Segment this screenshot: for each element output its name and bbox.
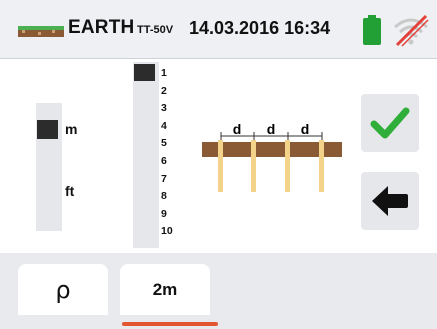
distance-option[interactable]: 8	[161, 188, 173, 206]
tab-label: 2m	[152, 279, 178, 299]
distance-option[interactable]: 1	[161, 65, 173, 83]
screen-title: EARTH	[68, 17, 135, 38]
spacing-label-d: d	[301, 122, 310, 137]
distance-selector-track[interactable]	[133, 62, 159, 248]
spacing-label-d: d	[267, 122, 276, 137]
spacing-label-d: d	[233, 122, 242, 137]
distance-option[interactable]: 9	[161, 206, 173, 224]
distance-option[interactable]: 2	[161, 83, 173, 101]
electrode-spacing-diagram: d d d	[202, 122, 342, 192]
distance-option[interactable]: 10	[161, 223, 173, 241]
distance-option[interactable]: 7	[161, 171, 173, 189]
tab-2m[interactable]: 2m	[120, 264, 210, 315]
datetime-label: 14.03.2016 16:34	[189, 18, 331, 38]
checkmark-icon	[370, 107, 410, 139]
unit-option-ft[interactable]: ft	[65, 183, 74, 199]
distance-selector-handle[interactable]	[134, 64, 155, 81]
unit-option-m[interactable]: m	[65, 121, 77, 137]
tab-resistivity[interactable]: ρ	[18, 264, 108, 315]
back-button[interactable]	[361, 172, 419, 230]
main-panel: m ft 1 2 3 4 5 6 7 8 9 10 d d d	[0, 59, 437, 252]
tab-label: ρ	[55, 275, 71, 304]
distance-options-list: 1 2 3 4 5 6 7 8 9 10	[161, 65, 173, 241]
distance-option[interactable]: 5	[161, 135, 173, 153]
screen-subtitle: TT-50V	[137, 24, 174, 36]
tab-bar: ρ 2m	[0, 253, 437, 329]
distance-option[interactable]: 3	[161, 100, 173, 118]
confirm-button[interactable]	[361, 94, 419, 152]
distance-option[interactable]: 6	[161, 153, 173, 171]
distance-option[interactable]: 4	[161, 118, 173, 136]
wifi-disabled-icon	[394, 14, 429, 47]
arrow-left-icon	[372, 186, 408, 216]
unit-selector-handle[interactable]	[37, 120, 58, 139]
header-bar: EARTH TT-50V 14.03.2016 16:34	[0, 0, 437, 59]
battery-icon	[363, 15, 381, 45]
earth-ground-icon	[18, 26, 64, 37]
active-tab-indicator	[122, 322, 218, 326]
